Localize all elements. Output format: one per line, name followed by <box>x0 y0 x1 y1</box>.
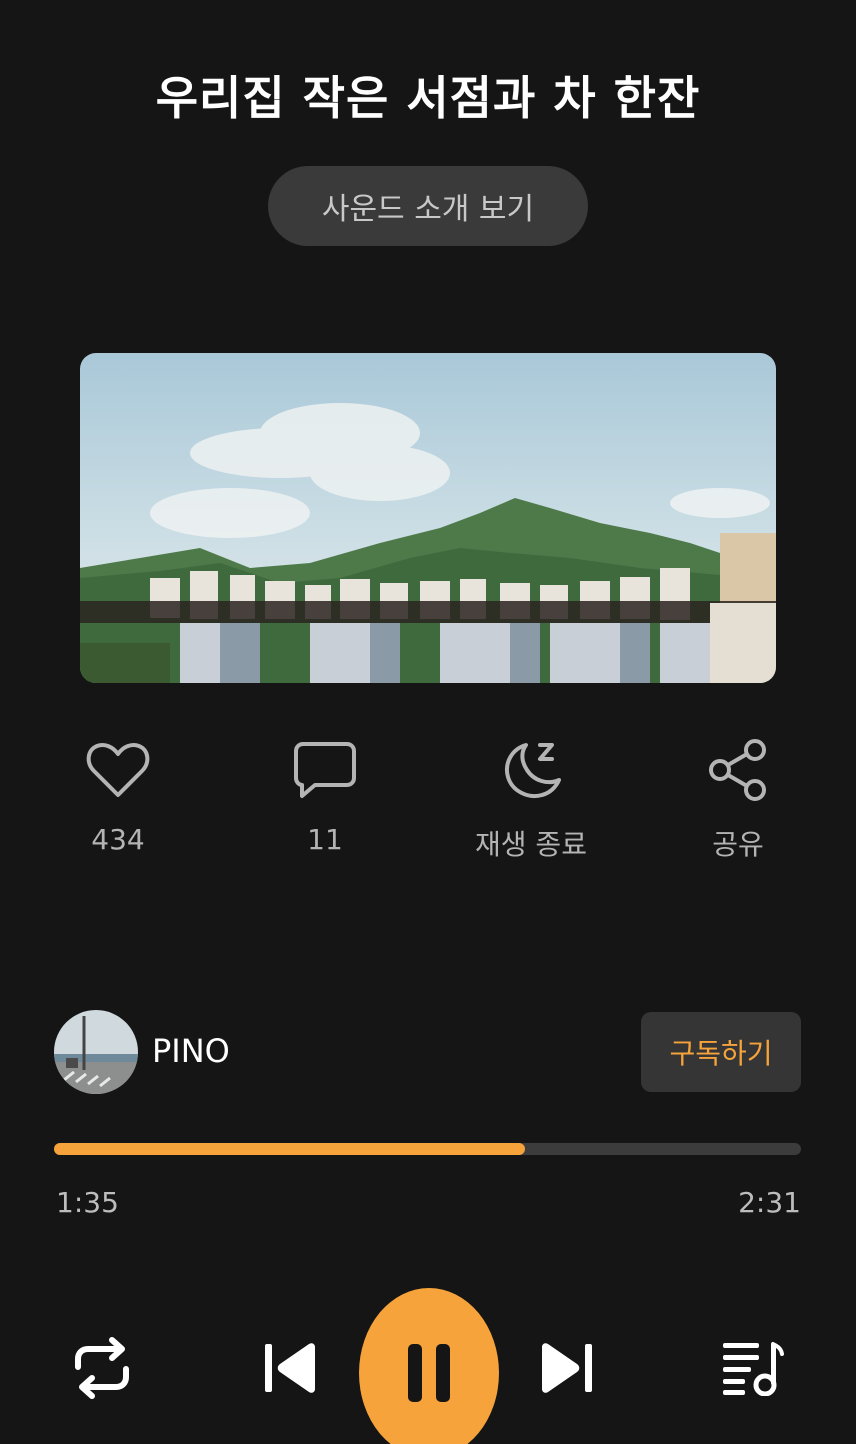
sleep-timer-button[interactable]: 재생 종료 <box>451 735 611 865</box>
comment-button[interactable]: 11 <box>245 735 405 865</box>
like-button[interactable]: 434 <box>38 735 198 865</box>
cover-artwork <box>80 353 776 683</box>
previous-button[interactable] <box>262 1340 318 1396</box>
progress-bar[interactable] <box>54 1143 801 1155</box>
playlist-icon <box>723 1342 784 1396</box>
heart-icon <box>83 735 153 805</box>
skip-previous-icon <box>265 1343 315 1393</box>
progress-fill <box>54 1143 525 1155</box>
play-pause-button[interactable] <box>359 1288 499 1444</box>
total-time: 2:31 <box>738 1186 801 1219</box>
skip-next-icon <box>542 1343 592 1393</box>
repeat-button[interactable] <box>70 1335 134 1401</box>
player-screen: 우리집 작은 서점과 차 한잔 사운드 소개 보기 434 11 재생 종료 공… <box>0 0 856 1444</box>
share-button[interactable]: 공유 <box>658 735 818 865</box>
current-time: 1:35 <box>56 1186 119 1219</box>
channel-name[interactable]: PINO <box>152 1032 230 1070</box>
moon-icon <box>496 735 566 805</box>
share-icon <box>703 735 773 805</box>
comment-count: 11 <box>307 823 343 856</box>
share-label: 공유 <box>712 828 764 861</box>
action-row: 434 11 재생 종료 공유 <box>0 735 856 865</box>
playlist-button[interactable] <box>721 1340 785 1396</box>
comment-icon <box>290 735 360 805</box>
sound-intro-button[interactable]: 사운드 소개 보기 <box>268 166 588 246</box>
cover-artwork-image <box>80 353 776 683</box>
next-button[interactable] <box>539 1340 595 1396</box>
channel-avatar[interactable] <box>54 1010 138 1094</box>
sound-title: 우리집 작은 서점과 차 한잔 <box>155 71 701 125</box>
sleep-timer-label: 재생 종료 <box>475 828 587 861</box>
subscribe-button[interactable]: 구독하기 <box>641 1012 801 1092</box>
pause-icon <box>408 1344 450 1402</box>
repeat-icon <box>75 1337 129 1399</box>
like-count: 434 <box>91 823 145 856</box>
